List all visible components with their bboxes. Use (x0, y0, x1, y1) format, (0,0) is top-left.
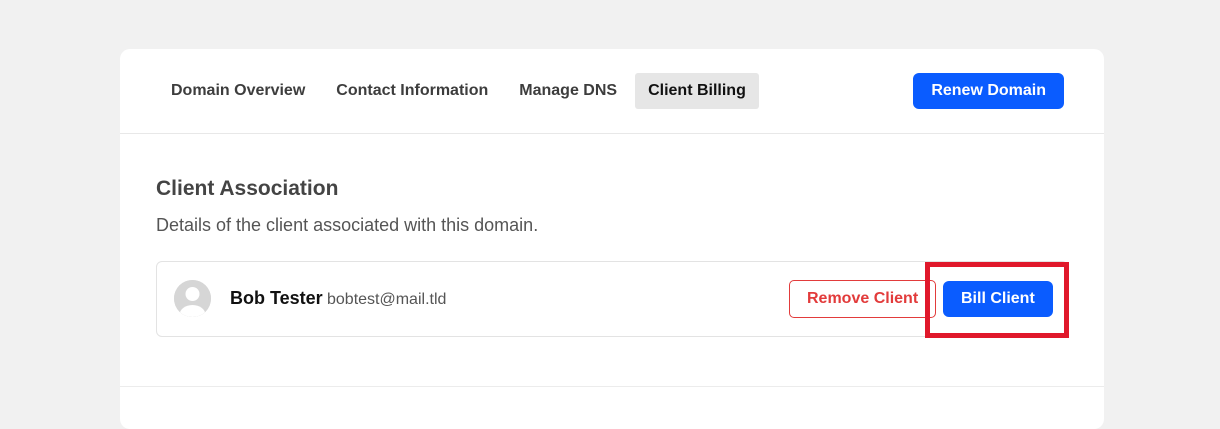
user-avatar-icon (174, 280, 211, 317)
tab-domain-overview[interactable]: Domain Overview (158, 73, 318, 109)
renew-domain-button[interactable]: Renew Domain (913, 73, 1064, 109)
client-name: Bob Tester (230, 288, 323, 308)
bill-client-button[interactable]: Bill Client (943, 281, 1053, 317)
section-title: Client Association (156, 177, 339, 200)
domain-tabs-bar: Domain Overview Contact Information Mana… (120, 49, 1104, 134)
remove-client-button[interactable]: Remove Client (789, 280, 937, 318)
section-description: Details of the client associated with th… (156, 215, 539, 235)
client-email: bobtest@mail.tld (327, 291, 447, 308)
tab-client-billing[interactable]: Client Billing (635, 73, 759, 109)
domain-card: Domain Overview Contact Information Mana… (120, 49, 1104, 429)
client-row: Bob Tester bobtest@mail.tld Remove Clien… (156, 261, 1069, 338)
tab-contact-information[interactable]: Contact Information (323, 73, 501, 109)
tab-manage-dns[interactable]: Manage DNS (506, 73, 630, 109)
client-association-section: Client Association Details of the client… (120, 134, 1104, 387)
tab-list: Domain Overview Contact Information Mana… (158, 73, 764, 109)
